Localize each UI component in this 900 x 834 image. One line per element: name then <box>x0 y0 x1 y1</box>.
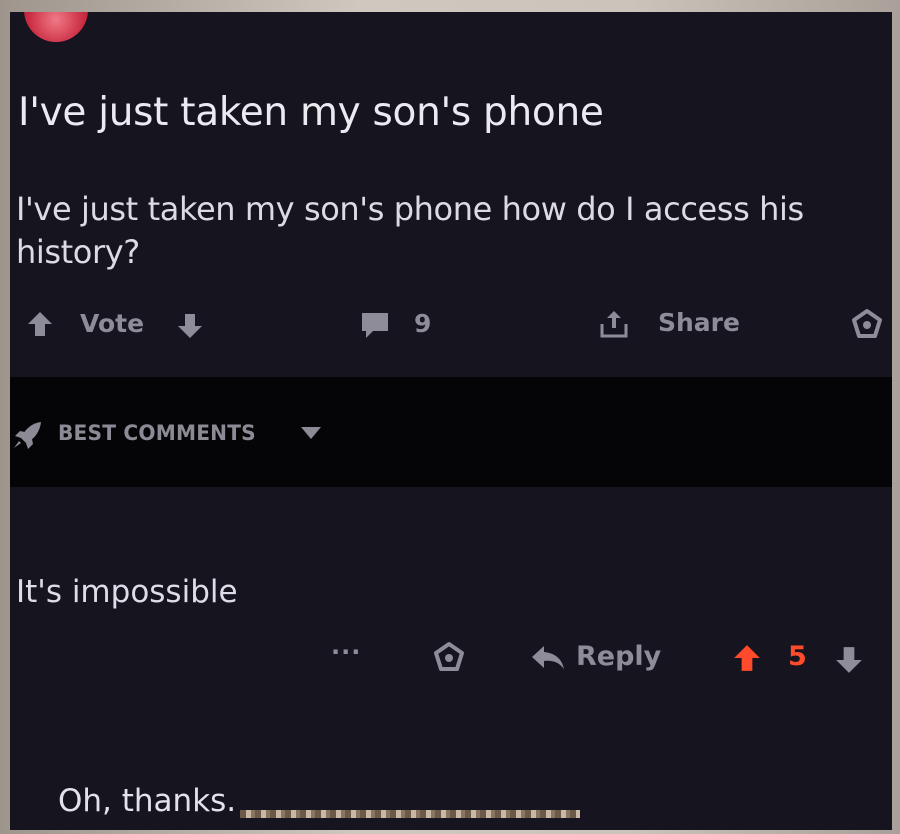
post-body: I've just taken my son's phone how do I … <box>16 190 804 271</box>
comment-text: It's impossible <box>16 574 238 610</box>
caret-down-icon <box>300 426 322 440</box>
comment-action-bar: ... Reply 5 <box>10 632 892 676</box>
upvote-arrow-icon[interactable] <box>26 310 54 338</box>
more-options-button[interactable]: ... <box>331 632 361 660</box>
post-action-bar: Vote 9 Share <box>10 307 892 341</box>
comment-score: 5 <box>788 641 807 672</box>
upvote-arrow-icon[interactable] <box>732 643 762 673</box>
rocket-icon <box>12 420 44 450</box>
downvote-arrow-icon[interactable] <box>176 312 204 340</box>
share-icon[interactable] <box>598 308 630 340</box>
post-title[interactable]: I've just taken my son's phone <box>18 90 604 135</box>
reply-arrow-icon[interactable] <box>530 644 566 672</box>
comment-bubble-icon[interactable] <box>359 311 391 341</box>
reply-caption: Oh, thanks. <box>58 783 237 819</box>
photo-frame: I've just taken my son's phone I've just… <box>0 0 900 834</box>
avatar[interactable] <box>24 12 88 42</box>
app-screen: I've just taken my son's phone I've just… <box>10 12 892 830</box>
share-label[interactable]: Share <box>658 308 740 337</box>
award-icon[interactable] <box>432 641 466 675</box>
sort-label: BEST COMMENTS <box>58 421 256 445</box>
comment-count[interactable]: 9 <box>414 309 431 338</box>
vote-label: Vote <box>80 309 145 338</box>
background-texture <box>240 810 580 818</box>
award-icon[interactable] <box>850 308 884 342</box>
downvote-arrow-icon[interactable] <box>834 645 864 675</box>
reply-label[interactable]: Reply <box>576 641 661 672</box>
